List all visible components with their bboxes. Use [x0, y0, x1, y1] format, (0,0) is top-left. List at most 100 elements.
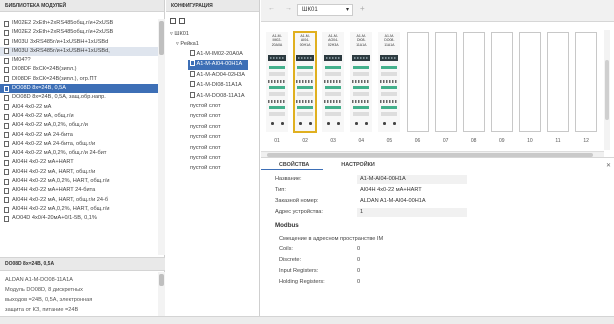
- library-item[interactable]: AO04D 4x0/4-20мА+0/1-5В, 0,1%: [0, 214, 158, 223]
- tab-properties[interactable]: СВОЙСТВА: [261, 160, 324, 170]
- rack-empty-slot[interactable]: [406, 32, 429, 132]
- library-item-label: AI04 4x0-22 мА, общ.г/и: [12, 112, 74, 119]
- terminal-block: [381, 86, 398, 89]
- forward-arrow-icon[interactable]: →: [285, 5, 292, 12]
- module-icon: [4, 141, 9, 148]
- new-config-icon[interactable]: [170, 18, 176, 24]
- tree-empty-slot[interactable]: пустой слот: [190, 144, 221, 153]
- terminal-strip: [352, 55, 371, 61]
- library-item[interactable]: AI04H 4x0-22 мА+HART 24-бита: [0, 186, 158, 195]
- tree-empty-slot[interactable]: пустой слот: [190, 123, 221, 132]
- library-item[interactable]: AI04 4x0-22 мА,0,2%, общ.г/и: [0, 121, 158, 130]
- module-icon: [4, 48, 9, 55]
- library-item-label: IM04??: [12, 57, 31, 64]
- library-item-label: AI04H 4x0-22 мА,0,2%, HART, общ.г/и: [12, 178, 110, 185]
- rack-empty-slot[interactable]: [575, 32, 598, 132]
- library-item-label: AI04H 4x0-22 мА+HART: [12, 159, 74, 166]
- properties-tabs: СВОЙСТВА НАСТРОЙКИ: [261, 160, 389, 170]
- tree-station[interactable]: ▿ ШК01: [170, 30, 189, 39]
- tree-empty-slot[interactable]: пустой слот: [190, 133, 221, 142]
- tree-module[interactable]: A1-M-AI04-00H1A: [188, 60, 249, 70]
- library-item[interactable]: IM03U 3xRS485г/и+1xUSBH+1xUSBd,: [0, 46, 158, 57]
- slot-number: 08: [470, 138, 477, 144]
- library-item[interactable]: DI08DF 8xСК=24В(зипл.): [0, 65, 158, 74]
- connector-pins: [352, 100, 371, 103]
- module-icon: [4, 169, 9, 176]
- description-scrollbar[interactable]: [158, 272, 165, 316]
- description-scroll-thumb[interactable]: [159, 274, 164, 286]
- library-item[interactable]: DO08D 8x=24В, 0,5А: [0, 84, 158, 94]
- library-item[interactable]: AI04 4x0-22 мА: [0, 103, 158, 112]
- rack-module[interactable]: A1-M- AI04- 00H1A: [293, 31, 318, 133]
- library-item-label: IM03U 3xRS485г/и+1xUSBH+1xUSBd,: [12, 47, 110, 54]
- library-item[interactable]: AI04H 4x0-22 мА,0,2%, HART, общ.г/и: [0, 177, 158, 186]
- label-strip: [353, 92, 370, 96]
- station-select[interactable]: ШК01 ▾: [297, 4, 353, 16]
- library-item[interactable]: DO08D 8x=24В, 0,5А, защ.обр.напр.: [0, 93, 158, 102]
- led-indicator: [309, 122, 312, 125]
- tree-empty-slot[interactable]: пустой слот: [190, 154, 221, 163]
- rack-module[interactable]: A1-M- IM02- 20A0A: [266, 32, 288, 132]
- field-name-value[interactable]: A1-M-AI04-00H1A: [357, 174, 467, 184]
- rack-empty-slot[interactable]: [518, 32, 541, 132]
- library-item[interactable]: AI04H 4x0-22 мА+HART: [0, 158, 158, 167]
- library-item[interactable]: IM03U 3xRS485г/и+1xUSBH+1xUSBd: [0, 38, 158, 47]
- library-scrollbar[interactable]: [158, 19, 165, 255]
- library-item[interactable]: AI04 4x0-22 мА, общ.г/и: [0, 112, 158, 121]
- terminal-block: [325, 106, 342, 109]
- tree-empty-slot[interactable]: пустой слот: [190, 102, 221, 111]
- library-item[interactable]: IM02E2 2xEth+2xRS485общ.г/и+2xUSB: [0, 28, 158, 37]
- tree-empty-slot[interactable]: пустой слот: [190, 112, 221, 121]
- led-indicator: [281, 122, 284, 125]
- tree-module[interactable]: A1-M-DI08-11A1A: [190, 81, 248, 90]
- library-item[interactable]: AI04H 4x0-22 мА, HART, общ.г/и: [0, 168, 158, 177]
- modbus-input-value: 0: [357, 268, 361, 274]
- tree-module[interactable]: A1-M-DO08-11A1A: [190, 91, 251, 101]
- library-item[interactable]: AI04 4x0-22 мА 24-бита, общ.г/и: [0, 140, 158, 149]
- tree-module[interactable]: A1-M-IM02-20A0A: [190, 50, 249, 59]
- rack-module[interactable]: A1-M- DO08- 11A1A: [378, 32, 401, 132]
- rack-module-label-line: 20A0A: [271, 42, 283, 47]
- field-address-value[interactable]: 1: [357, 207, 467, 217]
- library-item[interactable]: AI04 4x0-22 мА 24-бита: [0, 131, 158, 140]
- library-scroll-thumb[interactable]: [159, 21, 164, 55]
- tree-module-label: A1-M-IM02-20A0A: [196, 51, 243, 57]
- library-item[interactable]: DI08DF 8xСК=24В(зипл.), огр.ПТ: [0, 75, 158, 84]
- terminal-strip: [324, 55, 343, 61]
- library-item[interactable]: IM04??: [0, 56, 158, 65]
- field-name-label: Название:: [275, 176, 302, 182]
- library-item[interactable]: AI04 4x0-22 мА,0,2%, общ.г/и 24-бит: [0, 149, 158, 158]
- tree-rack[interactable]: ▿ Рейка1: [176, 40, 199, 49]
- terminal-block: [297, 106, 314, 109]
- close-icon[interactable]: ✕: [606, 162, 611, 169]
- terminal-block: [269, 66, 285, 69]
- configuration-tools: [170, 18, 185, 26]
- rack-empty-slot[interactable]: [490, 32, 513, 132]
- library-item-label: AI04 4x0-22 мА: [12, 103, 52, 110]
- module-icon: [4, 94, 9, 101]
- rack-vertical-scrollbar[interactable]: [604, 30, 610, 150]
- rack-vscroll-thumb[interactable]: [605, 60, 609, 120]
- library-item[interactable]: AI04H 4x0-22 мА,0,2%, HART, общ.г/и: [0, 205, 158, 214]
- library-item-label: IM02E2 2xEth+2xRS485общ.г/и+2xUSB: [12, 20, 114, 26]
- rack-empty-slot[interactable]: [462, 32, 485, 132]
- rack-empty-slot[interactable]: [434, 32, 457, 132]
- library-item[interactable]: AI04H 4x0-22 мА, HART, общ.г/и 24-б: [0, 196, 158, 205]
- led-indicator: [365, 122, 368, 125]
- library-item[interactable]: IM02E2 2xEth+2xRS485общ.г/и+2xUSB: [0, 19, 158, 28]
- tree-empty-slot[interactable]: пустой слот: [190, 164, 221, 173]
- add-station-button[interactable]: +: [360, 4, 365, 13]
- library-item-label: AI04 4x0-22 мА 24-бита: [12, 131, 73, 138]
- rack-empty-slot[interactable]: [547, 32, 569, 132]
- slot-number: 11: [555, 138, 561, 144]
- back-arrow-icon[interactable]: ←: [268, 5, 275, 12]
- tab-settings[interactable]: НАСТРОЙКИ: [323, 160, 388, 170]
- rack-module[interactable]: A1-M- AO04- 02H3A: [322, 32, 345, 132]
- delete-icon[interactable]: [179, 18, 185, 24]
- led-indicator: [299, 122, 302, 125]
- tree-module[interactable]: A1-M-AO04-02H3A: [190, 70, 251, 80]
- terminal-block: [353, 66, 370, 69]
- led-indicator: [393, 122, 396, 125]
- module-icon: [4, 29, 9, 36]
- rack-module[interactable]: A1-M- DI08- 11A1A: [350, 32, 373, 132]
